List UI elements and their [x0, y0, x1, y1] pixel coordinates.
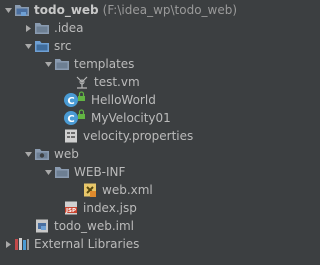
project-tree: todo_web (F:\idea_wp\todo_web) .idea src… — [0, 0, 272, 265]
class-icon: C — [63, 109, 85, 126]
svg-text:C: C — [67, 96, 74, 107]
folder-icon — [54, 56, 70, 72]
file-label-index-jsp: index.jsp — [83, 201, 137, 215]
file-label-velocity-properties: velocity.properties — [83, 129, 194, 143]
folder-label-web: web — [54, 147, 79, 161]
file-label-web-xml: web.xml — [102, 183, 153, 197]
root-project-name: todo_web — [34, 3, 99, 17]
velocity-template-icon — [74, 74, 90, 90]
root-project-path: (F:\idea_wp\todo_web) — [102, 3, 238, 17]
tree-node-web[interactable]: web — [0, 145, 272, 163]
source-folder-icon — [34, 38, 50, 54]
tree-node-idea[interactable]: .idea — [0, 19, 272, 37]
external-libraries-label: External Libraries — [34, 237, 140, 251]
tree-node-velocity-properties[interactable]: velocity.properties — [0, 127, 272, 145]
folder-icon — [54, 164, 70, 180]
tree-node-test-vm[interactable]: test.vm — [0, 73, 272, 91]
svg-text:C: C — [67, 114, 74, 125]
chevron-down-icon[interactable] — [42, 55, 54, 73]
class-label-helloworld: HelloWorld — [91, 93, 156, 107]
tree-node-helloworld[interactable]: C HelloWorld — [0, 91, 272, 109]
chevron-down-icon[interactable] — [22, 37, 34, 55]
lock-icon — [78, 91, 85, 101]
tree-node-todo-web-iml[interactable]: todo_web.iml — [0, 217, 272, 235]
chevron-right-icon[interactable] — [22, 19, 34, 37]
libraries-icon — [14, 236, 30, 252]
tree-node-root[interactable]: todo_web (F:\idea_wp\todo_web) — [0, 1, 272, 19]
folder-label-src: src — [54, 39, 72, 53]
file-label-test-vm: test.vm — [94, 75, 140, 89]
web-folder-icon — [34, 146, 50, 162]
file-label-todo-web-iml: todo_web.iml — [54, 219, 134, 233]
chevron-down-icon[interactable] — [42, 163, 54, 181]
tree-node-external-libraries[interactable]: External Libraries — [0, 235, 272, 253]
tree-node-src[interactable]: src — [0, 37, 272, 55]
tree-node-web-xml[interactable]: web.xml — [0, 181, 272, 199]
tree-node-templates[interactable]: templates — [0, 55, 272, 73]
tree-node-web-inf[interactable]: WEB-INF — [0, 163, 272, 181]
class-label-myvelocity01: MyVelocity01 — [91, 111, 171, 125]
svg-text:JSP: JSP — [65, 208, 76, 214]
module-folder-icon — [14, 2, 30, 18]
folder-label-web-inf: WEB-INF — [74, 165, 126, 179]
folder-label-idea: .idea — [54, 21, 84, 35]
folder-label-templates: templates — [74, 57, 135, 71]
chevron-down-icon[interactable] — [22, 145, 34, 163]
xml-file-icon — [82, 182, 98, 198]
jsp-file-icon: JSP — [63, 200, 79, 216]
chevron-down-icon[interactable] — [2, 1, 14, 19]
class-icon: C — [63, 91, 85, 108]
tree-node-myvelocity01[interactable]: C MyVelocity01 — [0, 109, 272, 127]
properties-file-icon — [63, 128, 79, 144]
module-file-icon — [34, 218, 50, 234]
chevron-right-icon[interactable] — [2, 235, 14, 253]
folder-icon — [34, 20, 50, 36]
tree-node-index-jsp[interactable]: JSP index.jsp — [0, 199, 272, 217]
lock-icon — [78, 109, 85, 119]
